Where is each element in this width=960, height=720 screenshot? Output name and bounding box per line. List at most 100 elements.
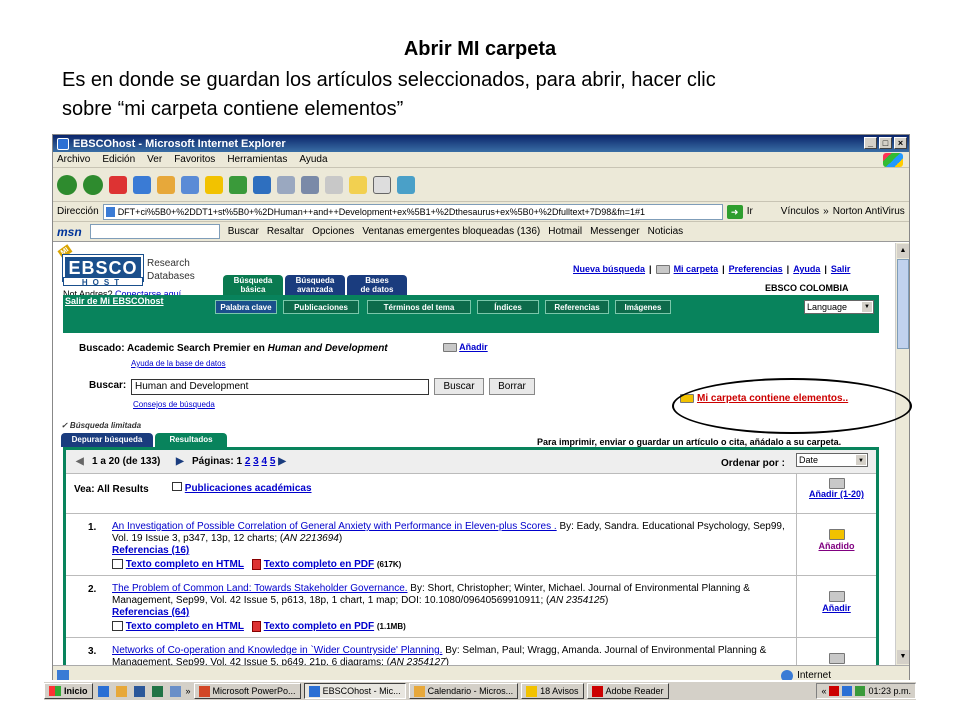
menu-edicion[interactable]: Edición <box>102 154 135 165</box>
result-title-link[interactable]: The Problem of Common Land: Towards Stak… <box>112 583 408 594</box>
chevron-right-icon[interactable]: » <box>823 206 829 217</box>
result-title-link[interactable]: An Investigation of Possible Correlation… <box>112 521 557 532</box>
history-icon[interactable] <box>253 175 271 194</box>
tray-icon[interactable] <box>855 686 866 696</box>
msn-resaltar-button[interactable]: Resaltar <box>267 226 304 237</box>
menu-herramientas[interactable]: Herramientas <box>227 154 287 165</box>
msn-logo[interactable]: msn <box>57 225 82 239</box>
consejos-link[interactable]: Consejos de búsqueda <box>133 400 215 409</box>
tab-busqueda-basica[interactable]: Búsqueda básica <box>223 275 283 295</box>
print-icon[interactable] <box>301 175 319 194</box>
search-input[interactable]: Human and Development <box>131 379 429 395</box>
address-input[interactable]: DFT+ci%5B0+%2DDT1+st%5B0+%2DHuman++and++… <box>102 203 723 220</box>
scroll-thumb[interactable] <box>897 259 909 349</box>
buscar-button[interactable]: Buscar <box>434 378 484 395</box>
task-avisos[interactable]: 18 Avisos <box>521 683 584 699</box>
favorites-icon[interactable] <box>205 175 223 194</box>
anadir-link[interactable]: Añadir <box>822 603 851 613</box>
html-link[interactable]: Texto completo en HTML <box>126 559 244 570</box>
messenger-icon[interactable] <box>397 175 415 194</box>
pdf-fulltext[interactable]: Texto completo en PDF (1.1MB) <box>251 620 406 633</box>
html-fulltext[interactable]: Texto completo en HTML <box>112 621 244 633</box>
next-arrow-icon[interactable]: ▶ <box>176 456 184 467</box>
publicaciones-link[interactable]: Publicaciones académicas <box>185 483 312 494</box>
quicklaunch-ie-icon[interactable] <box>96 683 111 699</box>
forward-icon[interactable] <box>83 174 103 195</box>
links-label[interactable]: Vínculos <box>781 206 819 217</box>
back-icon[interactable] <box>57 174 77 195</box>
minimize-button[interactable]: _ <box>864 137 877 149</box>
refresh-icon[interactable] <box>133 175 151 194</box>
vertical-scrollbar[interactable]: ▲ ▼ <box>895 243 909 665</box>
quicklaunch-outlook-icon[interactable] <box>114 683 129 699</box>
subtab-terminos-del-tema[interactable]: Términos del tema <box>367 300 471 314</box>
task-calendario[interactable]: Calendario - Micros... <box>408 683 519 699</box>
msn-opciones-button[interactable]: Opciones <box>312 226 354 237</box>
subtab-palabra-clave[interactable]: Palabra clave <box>215 300 277 314</box>
tab-bases-de-datos[interactable]: Bases de datos <box>347 275 407 295</box>
next-pages-icon[interactable]: ▶ <box>278 456 286 467</box>
norton-label[interactable]: Norton AntiVirus <box>833 206 905 217</box>
task-ebscohost[interactable]: EBSCOhost - Mic... <box>303 683 406 699</box>
prev-arrow-icon[interactable]: ◀ <box>76 456 84 467</box>
subtab-publicaciones[interactable]: Publicaciones <box>283 300 359 314</box>
menu-favoritos[interactable]: Favoritos <box>174 154 215 165</box>
home-icon[interactable] <box>157 175 175 194</box>
menu-archivo[interactable]: Archivo <box>57 154 90 165</box>
ayuda-link[interactable]: Ayuda <box>793 264 820 274</box>
salir-mi-ebscohost-link[interactable]: Salir de Mi EBSCOhost <box>65 296 164 306</box>
pdf-link[interactable]: Texto completo en PDF <box>264 621 374 632</box>
subtab-referencias[interactable]: Referencias <box>545 300 609 314</box>
page-5-link[interactable]: 5 <box>270 456 276 467</box>
subtab-indices[interactable]: Índices <box>477 300 539 314</box>
tray-icon[interactable] <box>829 686 840 696</box>
edit-icon[interactable] <box>325 175 343 194</box>
preferencias-link[interactable]: Preferencias <box>729 264 783 274</box>
research-icon[interactable] <box>373 175 391 194</box>
tab-resultados[interactable]: Resultados <box>155 433 227 447</box>
msn-hotmail-button[interactable]: Hotmail <box>548 226 582 237</box>
language-select[interactable]: Language <box>804 300 874 314</box>
task-powerpoint[interactable]: Microsoft PowerPo... <box>193 683 301 699</box>
pdf-fulltext[interactable]: Texto completo en PDF (617K) <box>251 558 401 571</box>
pdf-link[interactable]: Texto completo en PDF <box>264 559 374 570</box>
anadir-busqueda[interactable]: Añadir <box>443 342 488 353</box>
anadir-link[interactable]: Añadir <box>459 342 488 352</box>
go-icon[interactable]: ➜ <box>726 204 743 219</box>
referencias-link[interactable]: Referencias (16) <box>112 545 794 557</box>
close-button[interactable]: × <box>894 137 907 149</box>
page-2-link[interactable]: 2 <box>245 456 251 467</box>
mi-carpeta-link[interactable]: Mi carpeta <box>674 264 719 274</box>
media-icon[interactable] <box>229 175 247 194</box>
page-3-link[interactable]: 3 <box>253 456 259 467</box>
msn-search-input[interactable] <box>89 224 220 239</box>
msn-noticias-button[interactable]: Noticias <box>648 226 684 237</box>
publicaciones-filter[interactable]: Publicaciones académicas <box>172 482 312 494</box>
anadido-link[interactable]: Añadido <box>819 541 855 551</box>
msn-popups-button[interactable]: Ventanas emergentes bloqueadas (136) <box>362 226 540 237</box>
menu-ver[interactable]: Ver <box>147 154 162 165</box>
menu-ayuda[interactable]: Ayuda <box>299 154 327 165</box>
ayuda-base-datos-link[interactable]: Ayuda de la base de datos <box>131 359 226 368</box>
tray-chevron-icon[interactable]: « <box>821 686 826 696</box>
mail-icon[interactable] <box>277 175 295 194</box>
chevron-right-icon[interactable]: » <box>186 686 191 696</box>
start-button[interactable]: Inicio <box>44 683 93 699</box>
html-fulltext[interactable]: Texto completo en HTML <box>112 559 244 571</box>
html-link[interactable]: Texto completo en HTML <box>126 621 244 632</box>
anadir-range-link[interactable]: Añadir (1-20) <box>809 489 864 499</box>
scroll-down-icon[interactable]: ▼ <box>897 650 909 664</box>
salir-link[interactable]: Salir <box>831 264 851 274</box>
msn-messenger-button[interactable]: Messenger <box>590 226 639 237</box>
tray-icon[interactable] <box>842 686 853 696</box>
search-icon[interactable] <box>181 175 199 194</box>
referencias-link[interactable]: Referencias (64) <box>112 607 794 619</box>
ordenar-select[interactable]: Date ▼ <box>796 453 868 467</box>
nueva-busqueda-link[interactable]: Nueva búsqueda <box>573 264 645 274</box>
quicklaunch-word-icon[interactable] <box>132 683 147 699</box>
chevron-down-icon[interactable]: ▼ <box>856 455 866 465</box>
page-4-link[interactable]: 4 <box>262 456 268 467</box>
go-label[interactable]: Ir <box>747 206 753 217</box>
subtab-imagenes[interactable]: Imágenes <box>615 300 671 314</box>
quicklaunch-desktop-icon[interactable] <box>168 683 183 699</box>
